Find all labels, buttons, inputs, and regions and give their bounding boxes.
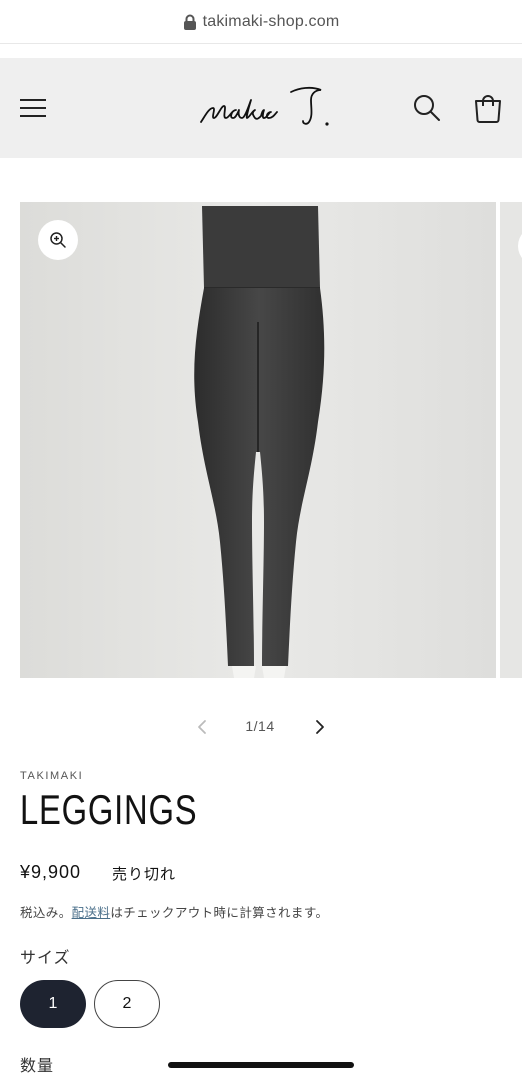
quantity-label: 数量 xyxy=(20,1056,55,1075)
tax-prefix: 税込み。 xyxy=(20,905,72,920)
sold-out-badge: 売り切れ xyxy=(112,865,177,883)
search-icon[interactable] xyxy=(412,93,442,123)
chevron-left-icon[interactable] xyxy=(196,719,210,735)
home-indicator[interactable] xyxy=(168,1062,354,1068)
tax-note: 税込み。配送料はチェックアウト時に計算されます。 xyxy=(20,902,328,921)
menu-icon[interactable] xyxy=(20,95,48,121)
tax-suffix: はチェックアウト時に計算されます。 xyxy=(110,905,329,920)
chevron-right-icon[interactable] xyxy=(312,719,326,735)
next-image-peek[interactable] xyxy=(500,202,522,678)
product-price: ¥9,900 xyxy=(20,862,82,882)
leggings-image xyxy=(20,202,496,678)
size-label: サイズ xyxy=(20,948,71,967)
zoom-button-peek xyxy=(518,226,522,266)
zoom-icon xyxy=(50,232,66,248)
url-text: takimaki-shop.com xyxy=(202,12,340,30)
lock-icon xyxy=(183,14,196,30)
logo[interactable] xyxy=(195,76,335,140)
size-option-2[interactable]: 2 xyxy=(94,980,160,1028)
slide-counter: 1/14 xyxy=(245,718,275,734)
site-header xyxy=(0,58,522,158)
cart-icon[interactable] xyxy=(472,92,504,124)
product-title: LEGGINGS xyxy=(20,786,198,833)
product-image[interactable] xyxy=(20,202,496,678)
zoom-button[interactable] xyxy=(38,220,78,260)
slider-navigation: 1/14 xyxy=(0,712,522,742)
size-option-1[interactable]: 1 xyxy=(20,980,86,1028)
product-vendor: TAKIMAKI xyxy=(20,770,84,782)
shipping-link[interactable]: 配送料 xyxy=(72,905,111,920)
browser-url-bar[interactable]: takimaki-shop.com xyxy=(0,0,522,44)
